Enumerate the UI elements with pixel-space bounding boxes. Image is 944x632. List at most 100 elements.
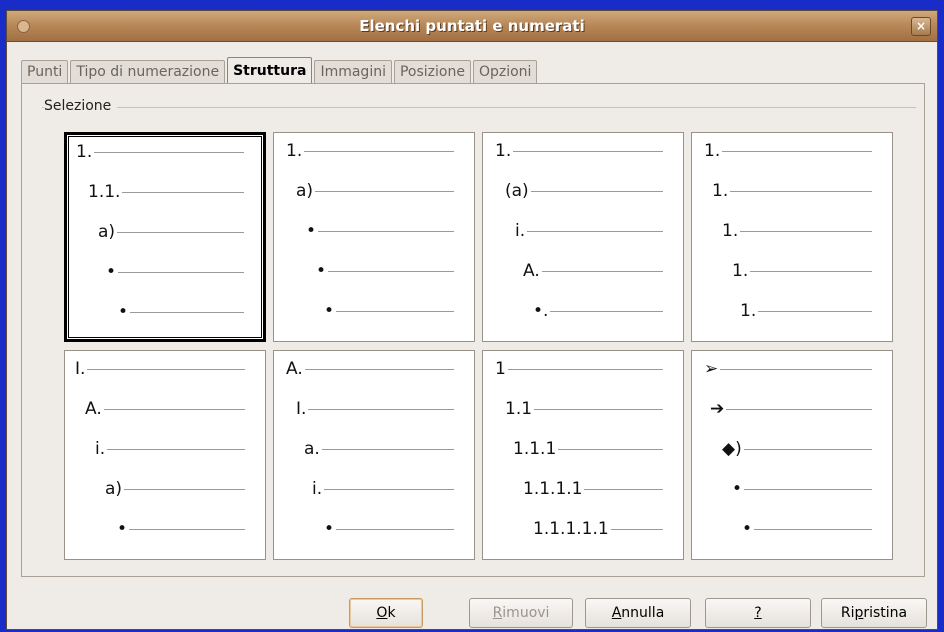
preset-level-label: A. <box>286 359 303 379</box>
preset-level-row: i. <box>312 479 454 499</box>
preset-level-row: 1.1.1.1 <box>523 479 663 499</box>
preset-level-label: ◆) <box>722 439 742 459</box>
preset-level-label: a) <box>98 222 116 242</box>
preset-level-line <box>550 310 663 312</box>
preset-level-line <box>336 310 454 312</box>
preset-cell-5[interactable]: I. A. i. a) • <box>64 350 266 560</box>
preset-level-row: • <box>324 519 454 539</box>
preset-level-label: 1 <box>495 359 506 379</box>
preset-level-line <box>558 448 663 450</box>
preset-level-row: i. <box>515 221 663 241</box>
preset-level-label: a) <box>105 479 123 499</box>
preset-level-row: ◆) <box>722 439 872 459</box>
preset-level-line <box>527 230 663 232</box>
preset-level-row: a. <box>304 439 454 459</box>
preset-level-line <box>308 408 454 410</box>
preset-level-line <box>94 151 244 153</box>
preset-cell-2[interactable]: 1. a) • • • <box>273 132 475 342</box>
preset-level-row: • <box>106 262 244 282</box>
preset-level-label: • <box>118 302 129 322</box>
reset-button[interactable]: Ripristina <box>821 598 927 628</box>
cancel-button[interactable]: Annulla <box>585 598 691 628</box>
preset-cell-4[interactable]: 1. 1. 1. 1. 1. <box>691 132 893 342</box>
preset-level-row: 1.1.1.1.1 <box>533 519 663 539</box>
tab-tipo-di-numerazione[interactable]: Tipo di numerazione <box>70 60 226 83</box>
preset-level-row: 1. <box>712 181 872 201</box>
preset-level-label: 1. <box>495 141 512 161</box>
preset-level-row: 1. <box>704 141 872 161</box>
preset-level-row: • <box>742 519 872 539</box>
tab-struttura[interactable]: Struttura <box>227 57 313 84</box>
preset-level-row: I. <box>296 399 454 419</box>
remove-button-mnemonic: R <box>492 605 503 621</box>
preset-level-label: • <box>732 479 743 499</box>
preset-level-row: • <box>732 479 872 499</box>
reset-button-prefix: Ri <box>840 605 855 621</box>
preset-level-row: • <box>324 301 454 321</box>
tab-panel: Selezione 1. 1.1. a) • • 1. a) • • • 1. (a) i. A. •. 1.… <box>21 83 925 577</box>
preset-level-line <box>744 488 872 490</box>
tab-immagini[interactable]: Immagini <box>314 60 392 83</box>
preset-level-line <box>513 150 663 152</box>
preset-level-label: (a) <box>505 181 529 201</box>
preset-level-label: • <box>117 519 128 539</box>
preset-cell-7[interactable]: 1 1.1 1.1.1 1.1.1.1 1.1.1.1.1 <box>482 350 684 560</box>
preset-level-label: 1.1 <box>505 399 533 419</box>
preset-level-line <box>124 488 245 490</box>
preset-level-label: i. <box>515 221 526 241</box>
ok-button[interactable]: Ok <box>349 598 423 628</box>
preset-level-label: • <box>742 519 753 539</box>
preset-level-label: • <box>316 261 327 281</box>
remove-button-rest: imuovi <box>502 605 550 621</box>
preset-level-label: ➔ <box>710 399 725 419</box>
desktop-frame: Elenchi puntati e numerati × Punti Tipo … <box>0 0 944 632</box>
group-divider <box>42 107 916 108</box>
preset-level-row: a) <box>98 222 244 242</box>
preset-level-row: a) <box>296 181 454 201</box>
preset-level-line <box>754 528 872 530</box>
preset-level-line <box>122 191 244 193</box>
preset-level-row: 1. <box>495 141 663 161</box>
preset-cell-8[interactable]: ➢ ➔ ◆) • • <box>691 350 893 560</box>
preset-level-line <box>541 270 663 272</box>
help-button[interactable]: ? <box>705 598 811 628</box>
preset-level-row: 1. <box>722 221 872 241</box>
preset-level-line <box>324 488 454 490</box>
preset-level-row: 1.1.1 <box>513 439 663 459</box>
help-button-mnemonic: ? <box>754 605 762 621</box>
title-bar[interactable]: Elenchi puntati e numerati × <box>7 11 937 42</box>
preset-level-label: 1. <box>722 221 739 241</box>
preset-level-row: • <box>306 221 454 241</box>
tab-bar: Punti Tipo di numerazione Struttura Imma… <box>21 57 539 84</box>
preset-level-line <box>722 150 872 152</box>
preset-level-line <box>750 270 872 272</box>
preset-level-line <box>743 448 872 450</box>
preset-level-line <box>726 408 872 410</box>
close-button[interactable]: × <box>911 17 931 36</box>
preset-level-row: ➢ <box>704 359 872 379</box>
preset-level-row: a) <box>105 479 245 499</box>
preset-level-line <box>130 311 244 313</box>
preset-cell-6[interactable]: A. I. a. i. • <box>273 350 475 560</box>
preset-level-label: I. <box>75 359 86 379</box>
ok-button-rest: k <box>387 605 396 621</box>
remove-button[interactable]: Rimuovi <box>469 598 573 628</box>
preset-level-row: 1 <box>495 359 663 379</box>
tab-opzioni[interactable]: Opzioni <box>472 60 538 83</box>
preset-level-line <box>584 488 663 490</box>
selection-group-label: Selezione <box>44 98 118 114</box>
preset-cell-3[interactable]: 1. (a) i. A. •. <box>482 132 684 342</box>
preset-level-row: 1. <box>732 261 872 281</box>
preset-level-row: • <box>117 519 245 539</box>
tab-posizione[interactable]: Posizione <box>393 60 471 83</box>
preset-level-row: 1. <box>740 301 872 321</box>
preset-level-label: 1.1.1 <box>513 439 557 459</box>
preset-level-line <box>321 448 454 450</box>
reset-button-rest: ristina <box>863 605 908 621</box>
preset-level-label: 1.1.1.1.1 <box>533 519 609 539</box>
preset-level-row: • <box>118 302 244 322</box>
preset-level-row: 1.1. <box>88 182 244 202</box>
preset-cell-1[interactable]: 1. 1.1. a) • • <box>64 132 266 342</box>
preset-level-row: ➔ <box>710 399 872 419</box>
tab-punti[interactable]: Punti <box>21 60 69 83</box>
